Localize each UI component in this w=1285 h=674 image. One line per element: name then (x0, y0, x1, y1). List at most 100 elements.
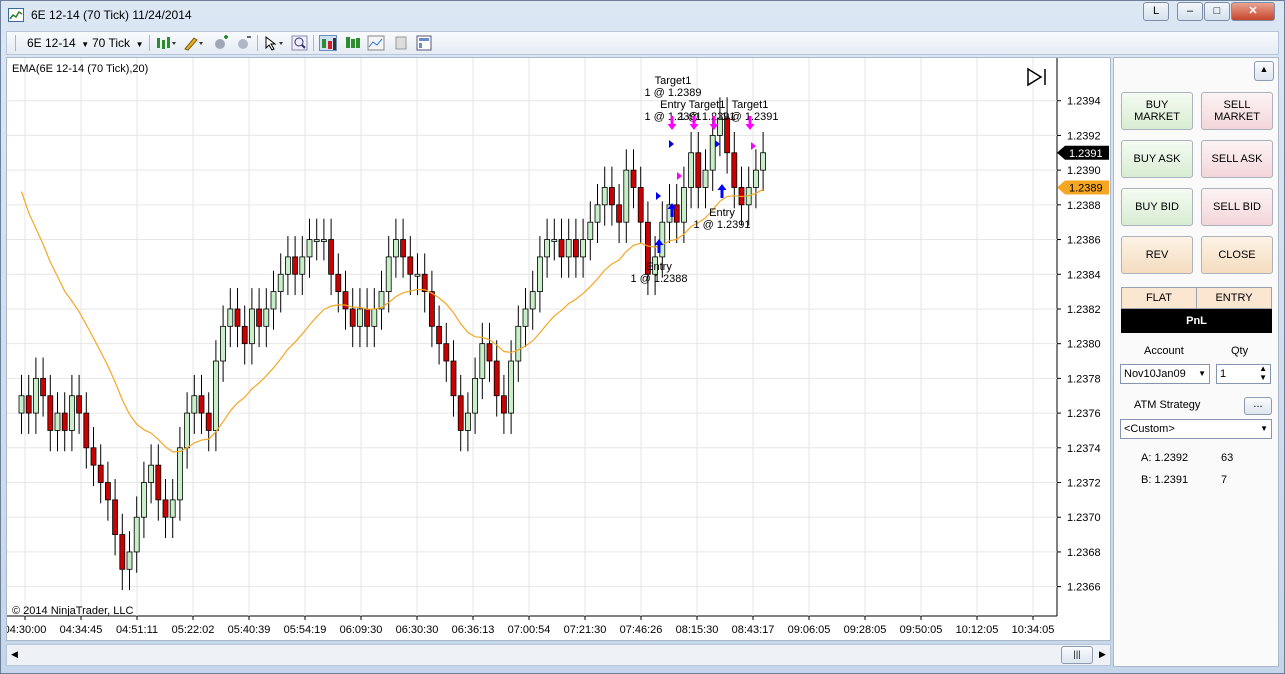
candle-down (234, 308, 241, 327)
y-tick-label: 1.2376 (1067, 408, 1101, 420)
indicators-icon[interactable] (367, 35, 385, 51)
chart-expand-icon[interactable] (1026, 67, 1048, 87)
candle-down (112, 499, 118, 535)
instrument-selector[interactable]: 6E 12-14 ▼ (27, 36, 89, 50)
strategy-icon[interactable] (235, 35, 253, 51)
chevron-down-icon: ▼ (133, 40, 144, 49)
x-tick-label: 09:28:05 (844, 624, 887, 636)
sell-bid-button[interactable]: SELL BID (1201, 188, 1273, 226)
x-tick-label: 06:30:30 (396, 624, 439, 636)
candle-down (198, 395, 205, 414)
candle-up (299, 256, 306, 275)
y-tick-label: 1.2384 (1067, 269, 1101, 281)
buy-arrow-icon (717, 184, 727, 198)
properties-icon[interactable] (392, 35, 410, 51)
candle-up (753, 169, 759, 188)
candle-up (212, 360, 219, 431)
reverse-button[interactable]: REV (1121, 236, 1193, 274)
trade-annotation-line2: 1 @ 1.2391 (693, 219, 750, 231)
x-tick-label: 08:43:17 (732, 624, 775, 636)
candle-up (601, 187, 608, 206)
candle-up (580, 239, 586, 258)
candle-down (421, 273, 428, 293)
maximize-button[interactable]: □ (1204, 2, 1230, 21)
close-button[interactable]: ✕ (1231, 2, 1275, 21)
add-indicator-icon[interactable] (212, 35, 230, 51)
indicator-label: EMA(6E 12-14 (70 Tick),20) (12, 63, 149, 75)
chevron-down-icon: ▼ (79, 40, 90, 49)
candle-up (140, 482, 147, 518)
account-select[interactable]: Nov10Jan09 ▼ (1120, 364, 1210, 384)
x-tick-label: 06:36:13 (452, 624, 495, 636)
y-tick-label: 1.2388 (1067, 200, 1101, 212)
toolbar-separator (257, 35, 258, 51)
candle-up (392, 239, 399, 258)
candle-down (443, 343, 450, 362)
sell-market-button[interactable]: SELL MARKET (1201, 92, 1273, 130)
buy-market-button[interactable]: BUY MARKET (1121, 92, 1193, 130)
price-chart[interactable]: 1.2394 1.2392 1.2390 1.2388 1.2386 1.2384 1.23… (6, 57, 1111, 641)
collapse-panel-button[interactable]: ▲ (1254, 61, 1274, 81)
toolbar-separator (149, 35, 150, 51)
candle-up (69, 395, 75, 431)
trade-annotation-line2: 1 @ 1.2388 (630, 273, 687, 285)
sell-ask-button[interactable]: SELL ASK (1201, 140, 1273, 178)
candle-down (119, 534, 126, 570)
candle-down (400, 239, 407, 258)
entry-price-box: ENTRY (1196, 287, 1272, 309)
bid-price-tag-label: 1.2389 (1069, 182, 1103, 194)
scroll-right-icon[interactable]: ▶ (1099, 649, 1106, 660)
candle-up (18, 395, 25, 414)
candle-up (659, 221, 666, 258)
candle-up (760, 152, 766, 171)
drawing-tool-icon[interactable] (183, 35, 203, 51)
chart-toolbar: 6E 12-14 ▼ 70 Tick ▼ (6, 31, 1279, 55)
candle-down (155, 464, 162, 501)
cursor-icon[interactable] (263, 35, 283, 51)
trade-annotation-line1: Entry (709, 207, 735, 219)
chart-trader-icon[interactable] (319, 35, 337, 51)
candle-down (76, 395, 82, 414)
chevron-down-icon: ▼ (1260, 424, 1268, 433)
candle-up (702, 169, 709, 188)
candle-down (105, 482, 111, 501)
candle-up (126, 551, 133, 570)
y-tick-label: 1.2372 (1067, 478, 1101, 490)
bar-type-icon[interactable] (155, 35, 176, 51)
quantity-stepper[interactable]: 1 ▲ ▼ (1216, 364, 1271, 384)
y-tick-label: 1.2386 (1067, 235, 1101, 247)
data-box-icon[interactable] (344, 35, 362, 51)
x-tick-label: 04:51:11 (116, 624, 158, 636)
x-tick-label: 06:09:30 (340, 624, 383, 636)
x-tick-label: 09:06:05 (788, 624, 831, 636)
interval-selector[interactable]: 70 Tick ▼ (92, 36, 144, 50)
x-tick-label: 05:40:39 (228, 624, 271, 636)
account-value: Nov10Jan09 (1124, 368, 1186, 380)
candle-up (184, 412, 191, 449)
y-tick-label: 1.2378 (1067, 373, 1101, 385)
atm-options-button[interactable]: ... (1244, 397, 1272, 415)
candle-down (616, 204, 622, 223)
candle-up (148, 464, 155, 483)
buy-bid-button[interactable]: BUY BID (1121, 188, 1193, 226)
candle-down (609, 187, 615, 206)
chart-canvas[interactable]: 1.2394 1.2392 1.2390 1.2388 1.2386 1.2384 1.23… (7, 58, 1110, 640)
scroll-thumb[interactable]: ||| (1061, 646, 1093, 664)
y-tick-label: 1.2394 (1067, 96, 1101, 108)
scroll-left-icon[interactable]: ◀ (11, 649, 18, 660)
buy-ask-button[interactable]: BUY ASK (1121, 140, 1193, 178)
candle-down (90, 447, 97, 466)
spin-icon[interactable]: ▲ ▼ (1259, 365, 1267, 382)
candle-down (342, 291, 349, 310)
candle-down (450, 360, 457, 397)
minimize-button[interactable]: ‒ (1177, 2, 1203, 21)
candle-up (587, 221, 594, 240)
horizontal-scrollbar[interactable]: ◀ ||| ▶ (6, 644, 1111, 666)
link-button[interactable]: L (1143, 2, 1169, 21)
zoom-icon[interactable] (291, 35, 309, 51)
panel-layout-icon[interactable] (415, 35, 433, 51)
execution-marker-icon (715, 140, 720, 148)
atm-strategy-select[interactable]: <Custom> ▼ (1120, 419, 1272, 439)
candle-up (169, 499, 176, 518)
close-position-button[interactable]: CLOSE (1201, 236, 1273, 274)
